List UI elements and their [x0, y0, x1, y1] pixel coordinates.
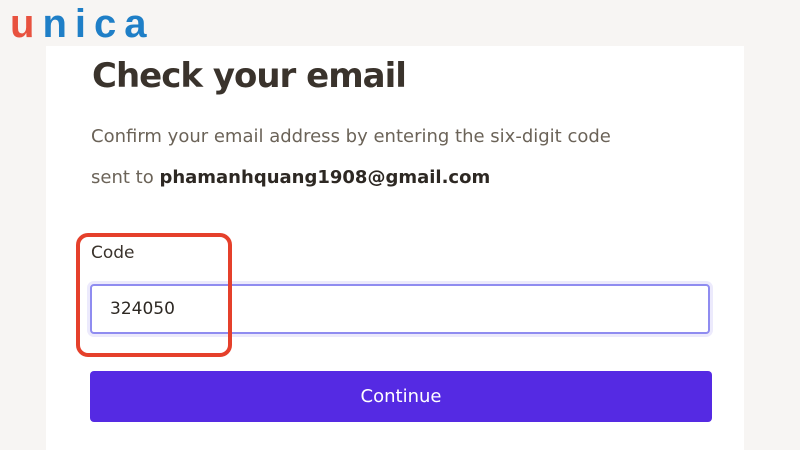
instructions-line: Confirm your email address by entering t…: [91, 126, 611, 147]
page-title: Check your email: [92, 56, 407, 96]
unica-logo: u nica: [10, 0, 154, 48]
instructions-text: Confirm your email address by entering t…: [91, 116, 711, 198]
verification-card: Check your email Confirm your email addr…: [46, 46, 744, 450]
logo-letter-u: u: [10, 1, 43, 46]
code-input[interactable]: [90, 284, 710, 334]
email-address: phamanhquang1908@gmail.com: [159, 167, 491, 188]
code-label: Code: [91, 243, 135, 263]
continue-button[interactable]: Continue: [90, 371, 712, 422]
sent-to-prefix: sent to: [91, 167, 160, 188]
logo-text: nica: [42, 1, 155, 46]
